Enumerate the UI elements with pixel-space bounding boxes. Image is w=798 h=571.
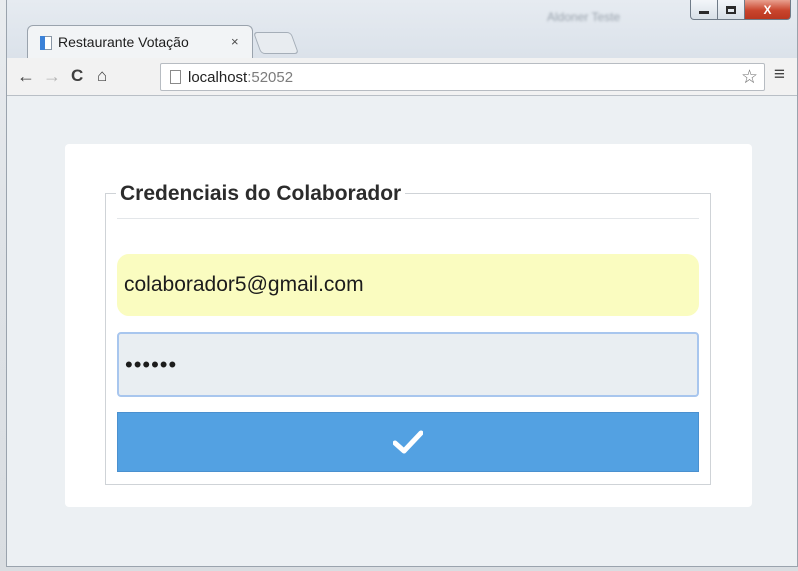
email-field[interactable] [117,254,699,316]
page-icon [170,70,181,84]
tab-restaurante-votacao[interactable]: Restaurante Votação × [27,25,253,58]
star-icon[interactable]: ☆ [741,66,758,89]
tab-close-icon[interactable]: × [231,34,239,49]
tab-title: Restaurante Votação [58,34,189,50]
maximize-button[interactable] [718,0,745,20]
url-text: localhost:52052 [188,69,293,86]
page-viewport: Credenciais do Colaborador [7,96,797,566]
window-controls: X [690,0,791,20]
title-bar: Aldoner Teste Restaurante Votação × X [7,0,797,58]
url-port: :52052 [247,69,294,86]
window-title: Aldoner Teste [547,10,621,24]
address-bar[interactable]: localhost:52052 ☆ [160,63,765,91]
browser-toolbar: ← → C ⌂ localhost:52052 ☆ ≡ [7,58,797,96]
new-tab-button[interactable] [252,32,300,54]
arrow-left-icon[interactable]: ← [17,66,35,86]
minimize-button[interactable] [690,0,718,20]
browser-window: Aldoner Teste Restaurante Votação × X ← … [6,0,798,567]
reload-icon[interactable]: C [71,66,83,86]
arrow-right-icon[interactable]: → [43,66,61,86]
check-icon [393,430,423,454]
password-field[interactable] [117,332,699,397]
home-icon[interactable]: ⌂ [97,66,107,86]
submit-button[interactable] [117,412,699,472]
page-favicon-icon [40,36,52,50]
url-host: localhost [188,69,248,86]
minimize-icon [699,11,709,14]
fieldset-legend: Credenciais do Colaborador [116,182,406,206]
hamburger-menu-icon[interactable]: ≡ [774,65,785,85]
login-card: Credenciais do Colaborador [65,144,752,507]
legend-divider [117,218,699,219]
maximize-icon [726,5,736,14]
close-window-button[interactable]: X [745,0,791,20]
